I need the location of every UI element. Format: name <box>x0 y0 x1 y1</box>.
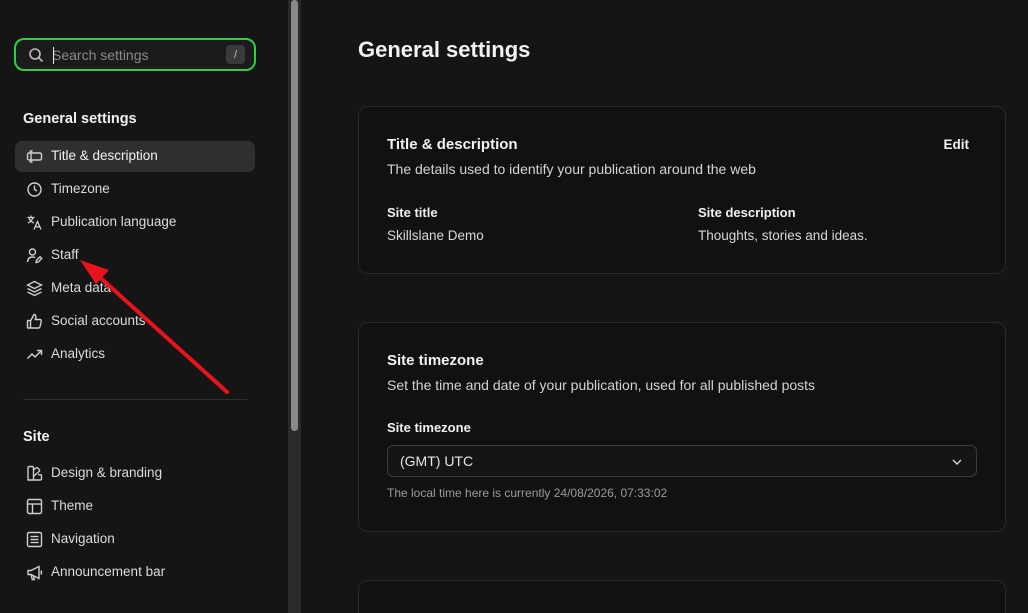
search-settings-box[interactable]: / <box>14 38 256 71</box>
site-description-value: Thoughts, stories and ideas. <box>698 228 868 243</box>
card-title: Title & description <box>387 136 518 153</box>
sidebar-item-label: Navigation <box>51 531 115 546</box>
sidebar-item-announcement-bar[interactable]: Announcement bar <box>15 557 255 588</box>
edit-button[interactable]: Edit <box>944 137 970 152</box>
card-title: Site timezone <box>387 352 484 369</box>
timezone-select[interactable]: (GMT) UTC <box>387 445 977 477</box>
sidebar-item-title-description[interactable]: Title & description <box>15 141 255 172</box>
publication-card <box>358 580 1006 613</box>
site-timezone-label: Site timezone <box>387 420 471 435</box>
sidebar-item-analytics[interactable]: Analytics <box>15 339 255 370</box>
sidebar-item-publication-language[interactable]: Publication language <box>15 207 255 238</box>
sidebar-item-timezone[interactable]: Timezone <box>15 174 255 205</box>
list-icon <box>26 531 43 548</box>
text-caret <box>53 47 54 64</box>
sidebar-item-label: Timezone <box>51 181 110 196</box>
megaphone-icon <box>27 565 43 581</box>
sidebar-item-label: Staff <box>51 247 79 262</box>
local-time-hint: The local time here is currently 24/08/2… <box>387 486 668 500</box>
site-timezone-card: Site timezone Set the time and date of y… <box>358 322 1006 532</box>
sidebar-item-design-branding[interactable]: Design & branding <box>15 458 255 489</box>
sidebar-item-label: Publication language <box>51 214 177 229</box>
sidebar-divider <box>23 399 247 400</box>
section-title-site: Site <box>23 429 50 445</box>
title-description-icon <box>26 150 43 163</box>
search-shortcut-badge: / <box>226 45 245 64</box>
timezone-selected-value: (GMT) UTC <box>400 453 474 469</box>
card-description: The details used to identify your public… <box>387 161 756 177</box>
title-description-card: Title & description Edit The details use… <box>358 106 1006 274</box>
trend-up-icon <box>26 349 43 360</box>
sidebar-item-label: Social accounts <box>51 313 146 328</box>
site-description-label: Site description <box>698 205 796 220</box>
sidebar-item-label: Announcement bar <box>51 564 166 579</box>
sidebar-item-label: Theme <box>51 498 94 513</box>
sidebar-item-social-accounts[interactable]: Social accounts <box>15 306 255 337</box>
section-title-general-settings: General settings <box>23 111 137 127</box>
sidebar-item-label: Title & description <box>51 148 158 163</box>
brush-icon <box>27 465 43 481</box>
sidebar-item-staff[interactable]: Staff <box>15 240 255 271</box>
chevron-down-icon <box>952 459 962 466</box>
sidebar-scrollbar-thumb[interactable] <box>291 0 298 431</box>
sidebar-item-label: Analytics <box>51 346 106 361</box>
card-description: Set the time and date of your publicatio… <box>387 377 816 393</box>
search-icon <box>29 48 44 63</box>
layers-icon <box>26 280 43 297</box>
settings-sidebar: / General settings Title & description T… <box>0 0 288 613</box>
sidebar-item-meta-data[interactable]: Meta data <box>15 273 255 304</box>
sidebar-item-label: Meta data <box>51 280 112 295</box>
user-edit-icon <box>26 248 43 264</box>
clock-icon <box>27 182 42 197</box>
site-title-value: Skillslane Demo <box>387 228 484 243</box>
page-title: General settings <box>358 37 531 62</box>
translate-icon <box>27 215 42 230</box>
thumbs-up-icon <box>26 313 42 329</box>
sidebar-item-label: Design & branding <box>51 465 163 480</box>
search-input[interactable] <box>52 44 220 66</box>
sidebar-item-theme[interactable]: Theme <box>15 491 255 522</box>
site-title-label: Site title <box>387 205 438 220</box>
layout-icon <box>26 498 43 515</box>
sidebar-item-navigation[interactable]: Navigation <box>15 524 255 555</box>
main-content: General settings Title & description Edi… <box>301 0 1028 613</box>
